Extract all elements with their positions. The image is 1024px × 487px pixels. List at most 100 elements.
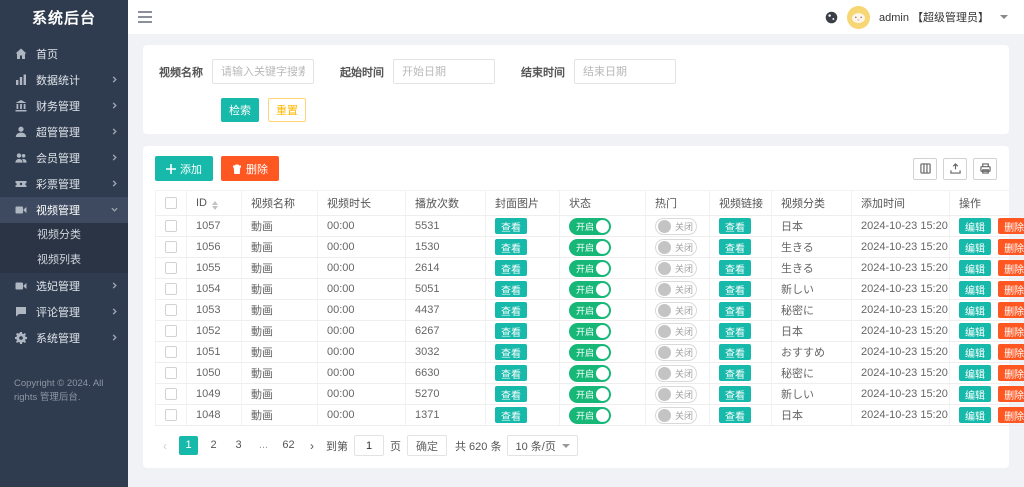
export-icon[interactable]	[943, 158, 967, 180]
delete-row-button[interactable]: 删除	[998, 386, 1024, 402]
chevron-down-icon[interactable]	[1000, 15, 1008, 19]
view-link-button[interactable]: 查看	[719, 407, 751, 423]
sidebar-item-lottery[interactable]: 彩票管理	[0, 171, 128, 197]
delete-row-button[interactable]: 删除	[998, 407, 1024, 423]
status-toggle[interactable]: 开启	[569, 365, 611, 382]
add-button[interactable]: 添加	[155, 156, 213, 181]
sidebar-item-system[interactable]: 系统管理	[0, 325, 128, 351]
status-toggle[interactable]: 开启	[569, 344, 611, 361]
menu-toggle-icon[interactable]	[138, 4, 164, 30]
sidebar-item-video[interactable]: 视频管理	[0, 197, 128, 223]
view-link-button[interactable]: 查看	[719, 281, 751, 297]
prev-page-icon[interactable]: ‹	[157, 439, 173, 453]
sort-icon[interactable]	[212, 201, 218, 210]
edit-button[interactable]: 编辑	[959, 407, 991, 423]
hot-toggle[interactable]: 关闭	[655, 386, 697, 403]
status-toggle[interactable]: 开启	[569, 281, 611, 298]
sidebar-item-members[interactable]: 会员管理	[0, 145, 128, 171]
hot-toggle[interactable]: 关闭	[655, 365, 697, 382]
hot-toggle[interactable]: 关闭	[655, 407, 697, 424]
search-button[interactable]: 检索	[221, 98, 259, 122]
hot-toggle[interactable]: 关闭	[655, 302, 697, 319]
view-link-button[interactable]: 查看	[719, 260, 751, 276]
status-toggle[interactable]: 开启	[569, 218, 611, 235]
sidebar-item-stats[interactable]: 数据统计	[0, 67, 128, 93]
sidebar-item-concubine[interactable]: 选妃管理	[0, 273, 128, 299]
page-number-2[interactable]: 2	[204, 436, 223, 455]
page-size-select[interactable]: 10 条/页	[507, 435, 577, 456]
delete-row-button[interactable]: 删除	[998, 260, 1024, 276]
user-menu-label[interactable]: admin 【超级管理员】	[879, 9, 989, 25]
sidebar-item-home[interactable]: 首页	[0, 41, 128, 67]
edit-button[interactable]: 编辑	[959, 218, 991, 234]
sidebar-item-admins[interactable]: 超管管理	[0, 119, 128, 145]
edit-button[interactable]: 编辑	[959, 281, 991, 297]
edit-button[interactable]: 编辑	[959, 365, 991, 381]
status-toggle[interactable]: 开启	[569, 323, 611, 340]
view-cover-button[interactable]: 查看	[495, 386, 527, 402]
view-cover-button[interactable]: 查看	[495, 365, 527, 381]
page-number-62[interactable]: 62	[279, 436, 298, 455]
row-checkbox[interactable]	[165, 367, 177, 379]
delete-row-button[interactable]: 删除	[998, 239, 1024, 255]
row-checkbox[interactable]	[165, 325, 177, 337]
edit-button[interactable]: 编辑	[959, 344, 991, 360]
delete-row-button[interactable]: 删除	[998, 281, 1024, 297]
view-cover-button[interactable]: 查看	[495, 344, 527, 360]
sidebar-item-comments[interactable]: 评论管理	[0, 299, 128, 325]
view-link-button[interactable]: 查看	[719, 386, 751, 402]
edit-button[interactable]: 编辑	[959, 239, 991, 255]
view-cover-button[interactable]: 查看	[495, 239, 527, 255]
row-checkbox[interactable]	[165, 262, 177, 274]
hot-toggle[interactable]: 关闭	[655, 281, 697, 298]
sidebar-subitem-video-category[interactable]: 视频分类	[0, 223, 128, 248]
row-checkbox[interactable]	[165, 283, 177, 295]
row-checkbox[interactable]	[165, 388, 177, 400]
view-link-button[interactable]: 查看	[719, 302, 751, 318]
reset-button[interactable]: 重置	[268, 98, 306, 122]
sidebar-subitem-video-list[interactable]: 视频列表	[0, 248, 128, 273]
status-toggle[interactable]: 开启	[569, 386, 611, 403]
delete-button[interactable]: 删除	[221, 156, 279, 181]
end-date-input[interactable]	[574, 59, 676, 84]
row-checkbox[interactable]	[165, 220, 177, 232]
page-number-3[interactable]: 3	[229, 436, 248, 455]
confirm-button[interactable]: 确定	[407, 435, 447, 456]
row-checkbox[interactable]	[165, 304, 177, 316]
print-icon[interactable]	[973, 158, 997, 180]
edit-button[interactable]: 编辑	[959, 386, 991, 402]
view-link-button[interactable]: 查看	[719, 344, 751, 360]
filter-icon[interactable]	[913, 158, 937, 180]
view-link-button[interactable]: 查看	[719, 239, 751, 255]
view-cover-button[interactable]: 查看	[495, 323, 527, 339]
row-checkbox[interactable]	[165, 409, 177, 421]
view-link-button[interactable]: 查看	[719, 323, 751, 339]
edit-button[interactable]: 编辑	[959, 302, 991, 318]
delete-row-button[interactable]: 删除	[998, 344, 1024, 360]
view-cover-button[interactable]: 查看	[495, 281, 527, 297]
status-toggle[interactable]: 开启	[569, 260, 611, 277]
view-cover-button[interactable]: 查看	[495, 260, 527, 276]
select-all-checkbox[interactable]	[165, 197, 177, 209]
delete-row-button[interactable]: 删除	[998, 218, 1024, 234]
row-checkbox[interactable]	[165, 241, 177, 253]
edit-button[interactable]: 编辑	[959, 323, 991, 339]
delete-row-button[interactable]: 删除	[998, 365, 1024, 381]
page-number-1[interactable]: 1	[179, 436, 198, 455]
start-date-input[interactable]	[393, 59, 495, 84]
row-checkbox[interactable]	[165, 346, 177, 358]
status-toggle[interactable]: 开启	[569, 407, 611, 424]
video-name-input[interactable]	[212, 59, 314, 84]
hot-toggle[interactable]: 关闭	[655, 218, 697, 235]
view-cover-button[interactable]: 查看	[495, 218, 527, 234]
edit-button[interactable]: 编辑	[959, 260, 991, 276]
status-toggle[interactable]: 开启	[569, 302, 611, 319]
hot-toggle[interactable]: 关闭	[655, 260, 697, 277]
view-link-button[interactable]: 查看	[719, 218, 751, 234]
sidebar-item-finance[interactable]: 财务管理	[0, 93, 128, 119]
next-page-icon[interactable]: ›	[304, 439, 320, 453]
status-toggle[interactable]: 开启	[569, 239, 611, 256]
view-cover-button[interactable]: 查看	[495, 407, 527, 423]
goto-page-input[interactable]	[354, 435, 384, 456]
view-link-button[interactable]: 查看	[719, 365, 751, 381]
